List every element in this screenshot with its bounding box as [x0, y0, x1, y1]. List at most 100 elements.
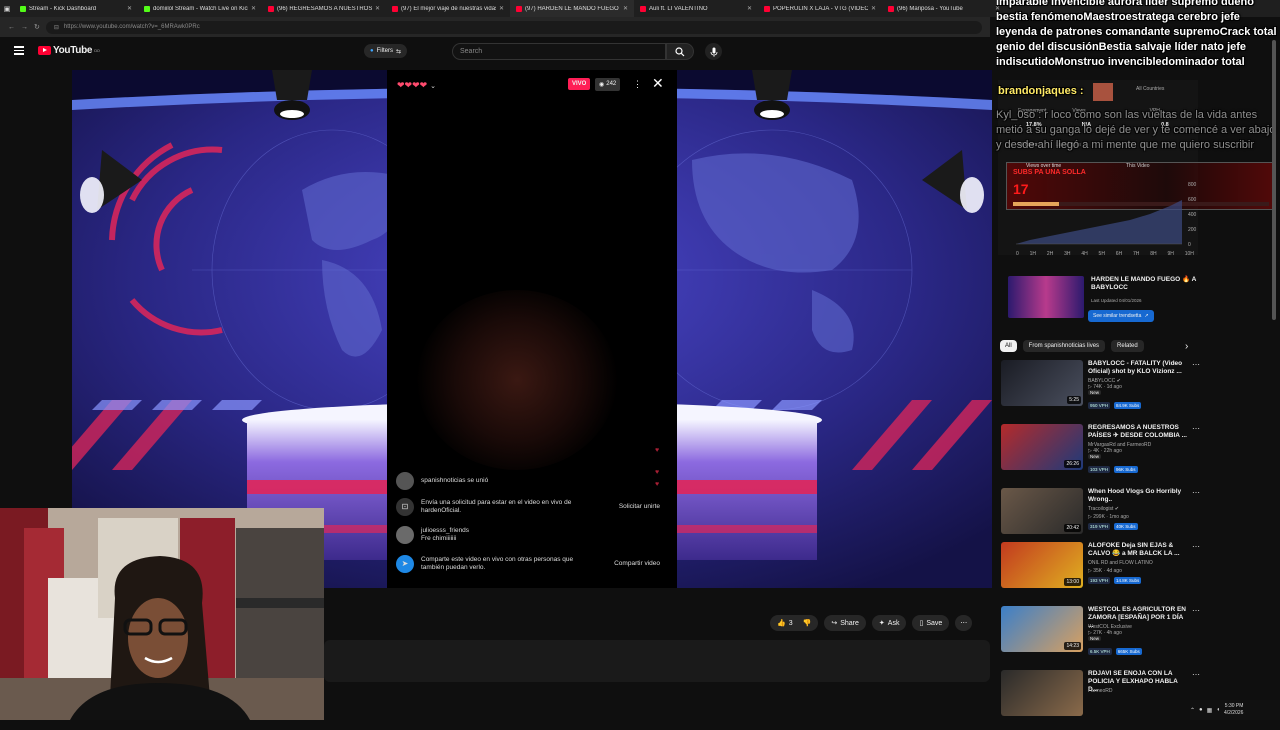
site-info-icon[interactable]: ⊟	[54, 24, 59, 31]
close-icon[interactable]: ✕	[652, 76, 664, 90]
recommended-video[interactable]: 14:23 WESTCOL ES AGRICULTOR EN ZAMORA [E…	[1001, 606, 1271, 666]
chevron-right-icon[interactable]: ›	[1185, 341, 1188, 352]
close-tab-icon[interactable]: ✕	[375, 5, 380, 12]
search-button[interactable]	[666, 43, 694, 60]
share-icon: ➤	[396, 555, 414, 573]
video-badges: 193 VPH 14.8K Subs	[1088, 577, 1142, 584]
close-tab-icon[interactable]: ✕	[499, 5, 504, 12]
more-options-icon[interactable]: ⋯	[1192, 542, 1200, 551]
chip-from-channel[interactable]: From spanishnoticias lives	[1022, 340, 1106, 352]
browser-tab[interactable]: (97) El mejor viaje de nuestras vidas ✕	[386, 0, 510, 17]
menu-icon[interactable]	[14, 46, 24, 55]
window-icon[interactable]: ▣	[0, 5, 14, 13]
video-thumbnail[interactable]: 20:42	[1001, 488, 1083, 534]
request-join-button[interactable]: Solicitar unirte	[619, 503, 660, 511]
chip-related[interactable]: Related	[1111, 340, 1144, 352]
more-options-icon[interactable]: ⋯	[1192, 606, 1200, 615]
x-tick-label: 0	[1016, 251, 1019, 257]
description-box[interactable]	[324, 640, 990, 682]
streamer-webcam	[0, 508, 324, 720]
recommended-video[interactable]: 20:42 When Hood Vlogs Go Horribly Wrong.…	[1001, 488, 1271, 548]
video-title[interactable]: REGRESAMOS A NUESTROS PAÍSES ✈ DESDE COL…	[1088, 424, 1188, 440]
save-button[interactable]: ▯ Save	[912, 615, 950, 631]
more-options-icon[interactable]: ⋮	[633, 79, 642, 90]
overlay-chat-message: julioesss_friends Fre chimiiiiiii	[396, 526, 666, 546]
x-tick-label: 6H	[1115, 251, 1123, 257]
like-button[interactable]: 👍 3	[770, 615, 799, 631]
share-arrow-icon: ↪	[831, 620, 838, 627]
chevron-up-icon[interactable]: ⌃	[1190, 707, 1195, 714]
video-thumbnail[interactable]: 5:25	[1001, 360, 1083, 406]
back-icon[interactable]: ←	[8, 24, 15, 31]
video-thumbnail[interactable]: 13:00	[1001, 542, 1083, 588]
video-channel[interactable]: ONIL RD and FLOW LATINO	[1088, 560, 1153, 566]
url-field[interactable]: ⊟ https://www.youtube.com/watch?v=_6MRAwk…	[45, 20, 982, 34]
hearts-reaction[interactable]: ❤❤❤❤ ⌄	[397, 80, 436, 91]
y-tick-label: 600	[1188, 197, 1197, 203]
forward-icon[interactable]: →	[21, 24, 28, 31]
recommended-video[interactable]: 26:26 REGRESAMOS A NUESTROS PAÍSES ✈ DES…	[1001, 424, 1271, 484]
new-badge: New	[1088, 636, 1102, 641]
mic-tray-icon[interactable]: ●	[1199, 707, 1203, 713]
heart-icon: ♥	[655, 447, 660, 454]
live-label: VIVO	[572, 81, 587, 87]
more-options-icon[interactable]: ⋯	[1192, 360, 1200, 369]
current-video-thumb[interactable]	[1008, 276, 1084, 318]
more-options-icon[interactable]: ⋯	[1192, 488, 1200, 497]
tab-favicon-icon	[640, 5, 646, 12]
x-tick-label: 1H	[1029, 251, 1037, 257]
close-tab-icon[interactable]: ✕	[871, 5, 876, 12]
video-badges: 950 VPH 84.9K Subs	[1088, 402, 1142, 409]
video-channel[interactable]: Tracoilogist ✔	[1088, 506, 1119, 512]
tab-title: domiilol Stream - Watch Live on Kick	[153, 5, 248, 12]
filter-icon: ●	[370, 48, 374, 54]
all-countries-select[interactable]: All Countries	[1136, 86, 1164, 92]
scrollbar[interactable]	[1272, 40, 1276, 320]
dislike-button[interactable]: 👎	[798, 615, 819, 631]
browser-tab[interactable]: domiilol Stream - Watch Live on Kick ✕	[138, 0, 262, 17]
video-thumbnail[interactable]: 26:26	[1001, 424, 1083, 470]
clock[interactable]: 5:30 PM 4/2/2026	[1224, 703, 1243, 717]
more-actions-button[interactable]: ⋯	[955, 615, 973, 631]
stream-title-overlay: imparable invencible aurora líder suprem…	[996, 0, 1277, 68]
network-icon[interactable]: ▦	[1207, 707, 1213, 714]
video-channel[interactable]: FarmeoRD	[1088, 688, 1112, 694]
graph-title: Views over time	[1026, 163, 1062, 169]
chip-all[interactable]: All	[1000, 340, 1017, 352]
browser-tab[interactable]: Auli ft. LI VALENTINO ✕	[634, 0, 758, 17]
youtube-logo[interactable]: YouTube DO	[38, 45, 100, 56]
video-duration: 26:26	[1064, 460, 1081, 468]
similar-trends-button[interactable]: See similar trendsetta ↗	[1088, 310, 1154, 322]
browser-tab[interactable]: Stream - Kick Dashboard ✕	[14, 0, 138, 17]
close-tab-icon[interactable]: ✕	[127, 5, 132, 12]
reload-icon[interactable]: ↻	[34, 23, 40, 31]
video-title[interactable]: BABYLOCC - FATALITY (Video Oficial) shot…	[1088, 360, 1188, 376]
share-button[interactable]: ↪ Share	[824, 615, 866, 631]
browser-tab[interactable]: (96) REGRESAMOS A NUESTROS PAÍSES✕	[262, 0, 386, 17]
heart-icon: ♥	[655, 469, 660, 476]
share-video-button[interactable]: Compartir video	[614, 560, 660, 568]
voice-search-button[interactable]	[705, 43, 722, 60]
filters-button[interactable]: ● Filters ⇆	[364, 44, 407, 58]
video-thumbnail[interactable]	[1001, 670, 1083, 716]
close-tab-icon[interactable]: ✕	[623, 5, 628, 12]
browser-tab[interactable]: POPERULIN X LAJA - VTG (VIDEO ✕	[758, 0, 882, 17]
video-thumbnail[interactable]: 14:23	[1001, 606, 1083, 652]
close-tab-icon[interactable]: ✕	[251, 5, 256, 12]
external-link-icon: ↗	[1144, 313, 1149, 319]
save-label: Save	[926, 619, 943, 627]
recommended-video[interactable]: 13:00 ALOFOKE Deja SIN EJAS & CALVO 😂 a …	[1001, 542, 1271, 602]
video-title[interactable]: ALOFOKE Deja SIN EJAS & CALVO 😂 a MR BAL…	[1088, 542, 1188, 558]
browser-tab[interactable]: (96) Mariposa - YouTube ✕	[882, 0, 1006, 17]
tab-title: Stream - Kick Dashboard	[29, 5, 97, 12]
recommended-video[interactable]: 5:25 BABYLOCC - FATALITY (Video Oficial)…	[1001, 360, 1271, 420]
more-options-icon[interactable]: ⋯	[1192, 670, 1200, 679]
search-input[interactable]: Search	[452, 43, 666, 60]
browser-tab[interactable]: (97) HARDEN LE MANDO FUEGO ✕	[510, 0, 634, 17]
close-tab-icon[interactable]: ✕	[747, 5, 752, 12]
more-options-icon[interactable]: ⋯	[1192, 424, 1200, 433]
volume-icon[interactable]: ◖	[1216, 707, 1220, 713]
ask-button[interactable]: ✦ Ask	[871, 615, 907, 631]
video-title[interactable]: When Hood Vlogs Go Horribly Wrong..	[1088, 488, 1188, 504]
hearts-text: ❤❤❤❤	[397, 80, 428, 90]
